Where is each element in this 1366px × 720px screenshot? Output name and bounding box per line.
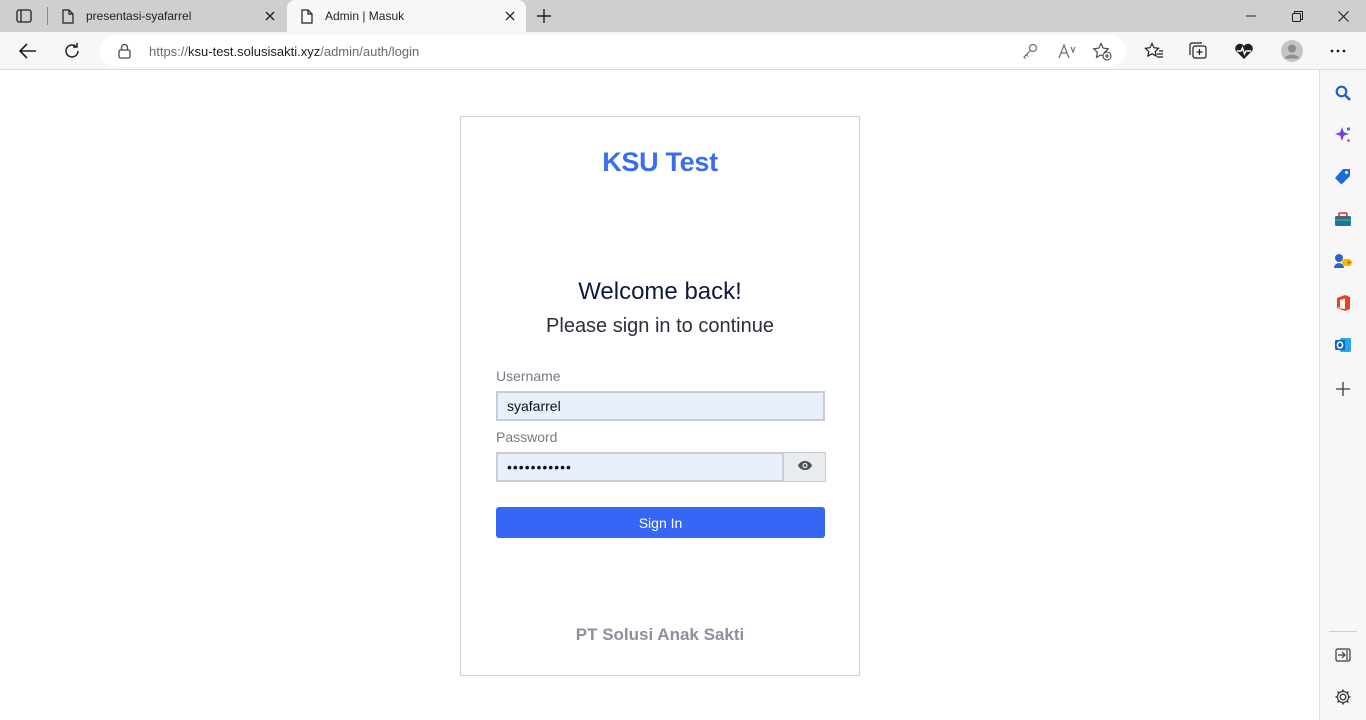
url-scheme: https:// [149, 44, 189, 59]
minimize-icon[interactable] [1228, 0, 1274, 32]
login-card: KSU Test Welcome back! Please sign in to… [460, 116, 860, 676]
more-options-icon[interactable] [1324, 37, 1352, 65]
read-aloud-icon[interactable] [1057, 41, 1077, 61]
signin-subtitle: Please sign in to continue [546, 315, 774, 337]
brand-title[interactable]: KSU Test [461, 147, 859, 178]
search-icon[interactable] [1332, 82, 1354, 104]
restore-icon[interactable] [1274, 0, 1320, 32]
url-text[interactable]: https://ksu-test.solusisakti.xyz/admin/a… [149, 44, 419, 59]
profile-avatar[interactable] [1278, 37, 1306, 65]
close-tab-icon[interactable] [262, 8, 278, 24]
add-icon[interactable] [1332, 378, 1354, 400]
browser-toolbar: https://ksu-test.solusisakti.xyz/admin/a… [0, 32, 1366, 70]
refresh-icon[interactable] [58, 37, 86, 65]
favorites-icon[interactable] [1140, 37, 1168, 65]
add-favorite-icon[interactable] [1092, 41, 1112, 61]
office-icon[interactable] [1332, 292, 1354, 314]
show-password-button[interactable] [783, 452, 826, 482]
games-icon[interactable] [1332, 250, 1354, 272]
shopping-tag-icon[interactable] [1332, 166, 1354, 188]
eye-icon [797, 458, 813, 476]
back-arrow-icon[interactable] [14, 37, 42, 65]
new-tab-icon[interactable] [532, 4, 556, 28]
password-input[interactable] [496, 452, 784, 482]
tab-title: Admin | Masuk [325, 9, 405, 23]
sign-in-button[interactable]: Sign In [496, 507, 825, 538]
key-icon[interactable] [1020, 41, 1040, 61]
tab-title: presentasi-syafarrel [86, 9, 192, 23]
username-label: Username [496, 368, 561, 384]
company-footer: PT Solusi Anak Sakti [575, 625, 745, 644]
hide-sidebar-icon[interactable] [1332, 644, 1354, 666]
tab-actions-icon[interactable] [10, 6, 38, 26]
collections-icon[interactable] [1184, 37, 1212, 65]
sidebar-divider [1329, 631, 1357, 632]
tab-admin-masuk[interactable]: Admin | Masuk [287, 0, 526, 32]
url-path: /admin/auth/login [320, 44, 420, 59]
tools-icon[interactable] [1332, 208, 1354, 230]
edge-sidebar [1319, 70, 1366, 720]
outlook-icon[interactable] [1332, 334, 1354, 356]
username-input[interactable] [496, 391, 825, 421]
address-bar[interactable]: https://ksu-test.solusisakti.xyz/admin/a… [100, 35, 1126, 67]
window-close-icon[interactable] [1320, 0, 1366, 32]
password-label: Password [496, 429, 558, 445]
copilot-icon[interactable] [1332, 124, 1354, 146]
settings-icon[interactable] [1332, 686, 1354, 708]
browser-essentials-icon[interactable] [1230, 37, 1258, 65]
page-icon [299, 8, 315, 24]
page-icon [60, 8, 76, 24]
tab-strip: presentasi-syafarrel Admin | Masuk [0, 0, 1366, 32]
close-tab-icon[interactable] [502, 8, 518, 24]
welcome-heading: Welcome back! [578, 278, 742, 305]
tab-presentasi[interactable]: presentasi-syafarrel [48, 0, 286, 32]
url-host: ksu-test.solusisakti.xyz [188, 44, 321, 59]
lock-icon[interactable] [118, 43, 131, 64]
